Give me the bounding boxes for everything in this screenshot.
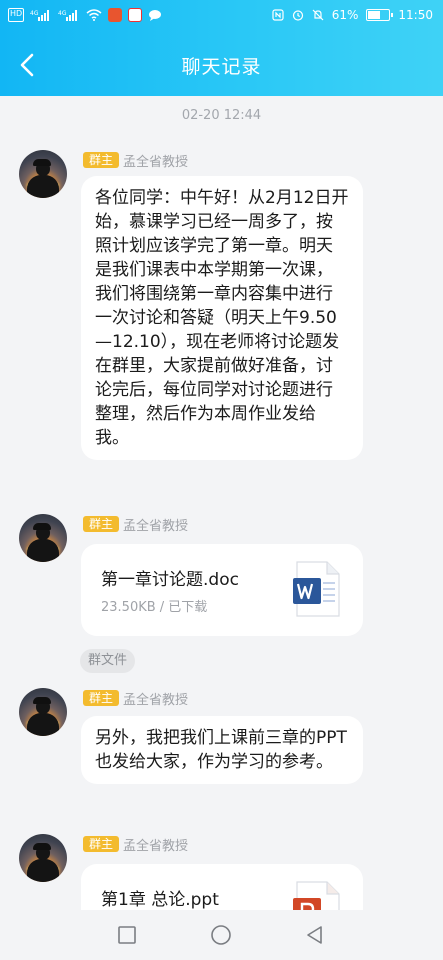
sender-line: 群主 孟全省教授 [83,689,188,708]
signal-icon: 4G [30,10,50,21]
avatar[interactable] [19,514,67,562]
circle-icon[interactable] [210,924,232,946]
file-card[interactable]: 第1章 总论.ppt [81,864,363,916]
nfc-icon [272,9,284,21]
triangle-back-icon[interactable] [304,924,326,946]
app-notification-icon [108,8,123,22]
clock: 11:50 [398,8,433,22]
title-bar: 聊天记录 [0,34,443,96]
sender-name[interactable]: 孟全省教授 [123,835,188,854]
sender-line: 群主 孟全省教授 [83,835,188,854]
sender-name[interactable]: 孟全省教授 [123,515,188,534]
mute-icon [312,9,324,21]
status-left: HD 4G 4G [8,8,162,22]
file-meta: 23.50KB / 已下载 [101,600,208,615]
sender-line: 群主 孟全省教授 [83,151,188,170]
signal1-label: 4G [30,10,39,17]
sender-name[interactable]: 孟全省教授 [123,689,188,708]
navigation-bar [0,910,443,960]
signal2-label: 4G [58,10,67,17]
file-name: 第一章讨论题.doc [101,570,239,590]
page-title: 聊天记录 [181,56,262,78]
owner-badge: 群主 [83,690,120,706]
square-icon[interactable] [116,924,138,946]
hd-indicator: HD [8,8,25,22]
alarm-icon [292,10,303,21]
sender-name[interactable]: 孟全省教授 [123,151,188,170]
app-notification-icon-2 [128,8,143,22]
chat-bubble-icon [149,10,162,21]
message-bubble[interactable]: 另外，我把我们上课前三章的PPT也发给大家，作为学习的参考。 [81,716,363,784]
message-bubble[interactable]: 各位同学：中午好！从2月12日开始，慕课学习已经一周多了，按照计划应该学完了第一… [81,176,363,460]
word-doc-icon [293,561,340,617]
avatar[interactable] [19,834,67,882]
owner-badge: 群主 [83,516,120,532]
avatar[interactable] [19,150,67,198]
group-file-tag[interactable]: 群文件 [80,649,136,673]
battery-percent: 61% [331,8,359,22]
signal-icon-2: 4G [58,10,78,21]
owner-badge: 群主 [83,836,120,852]
battery-icon [366,9,394,21]
chat-history[interactable]: 02-20 12:44 群主 孟全省教授 各位同学：中午好！从2月12日开始，慕… [0,96,443,916]
owner-badge: 群主 [83,152,120,168]
sender-line: 群主 孟全省教授 [83,515,188,534]
file-name: 第1章 总论.ppt [101,890,219,910]
status-bar: HD 4G 4G 61% 11:50 [0,0,443,34]
top-bar: HD 4G 4G 61% 11:50 聊天记录 [0,0,443,96]
file-card[interactable]: 第一章讨论题.doc 23.50KB / 已下载 [81,544,363,636]
avatar[interactable] [19,688,67,736]
chat-timestamp: 02-20 12:44 [181,108,262,123]
wifi-icon [86,9,102,21]
status-right: 61% 11:50 [272,8,433,22]
